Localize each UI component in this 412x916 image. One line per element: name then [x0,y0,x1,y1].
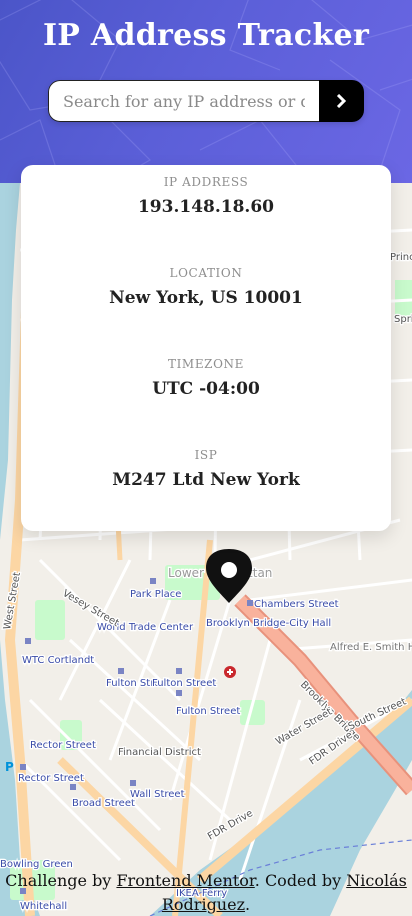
frontend-mentor-link[interactable]: Frontend Mentor [116,871,254,890]
ip-address-value: 193.148.18.60 [137,197,275,217]
timezone-value: UTC -04:00 [152,379,260,399]
isp-block: ISP M247 Ltd New York [21,448,391,490]
map-label: Prince [390,252,412,263]
map-label: Wall Street [130,789,185,800]
map-label: Spring [394,314,412,325]
map-label: Brooklyn Bridge-City Hall [206,618,331,629]
map-label: Financial District [118,747,201,758]
isp-value: M247 Ltd New York [112,470,300,490]
search-submit-button[interactable] [319,80,364,122]
search-form [48,80,364,122]
map-label: Fulton Street [176,706,240,717]
timezone-block: TIMEZONE UTC -04:00 [21,357,391,399]
map-label: Chambers Street [254,599,339,610]
isp-label: ISP [194,448,218,462]
map-label: Rector Street [30,740,96,751]
parking-icon: P [5,760,14,774]
timezone-label: TIMEZONE [167,357,245,371]
search-input[interactable] [48,80,319,122]
location-value: New York, US 10001 [109,288,303,308]
attribution-text-before: Challenge by [5,871,112,890]
chevron-right-icon [336,94,347,108]
ip-address-block: IP ADDRESS 193.148.18.60 [21,175,391,217]
page-title: IP Address Tracker [42,18,370,53]
map-label: Park Place [130,589,181,600]
attribution-text-after: . [245,895,251,914]
ip-info-card: IP ADDRESS 193.148.18.60 LOCATION New Yo… [21,165,391,531]
map-label: Rector Street [18,773,84,784]
location-label: LOCATION [169,266,243,280]
attribution-footer: Challenge by Frontend Mentor. Coded by N… [0,869,412,916]
header: IP Address Tracker [0,0,412,183]
map-label: Alfred E. Smith Houses [330,642,412,653]
map-label: Broad Street [72,798,135,809]
map-label: Fulton Street [152,678,216,689]
ip-address-label: IP ADDRESS [163,175,249,189]
attribution-text-middle: . Coded by [254,871,342,890]
hospital-icon [224,666,236,678]
location-block: LOCATION New York, US 10001 [21,266,391,308]
map-label: WTC Cortlandt [22,655,94,666]
